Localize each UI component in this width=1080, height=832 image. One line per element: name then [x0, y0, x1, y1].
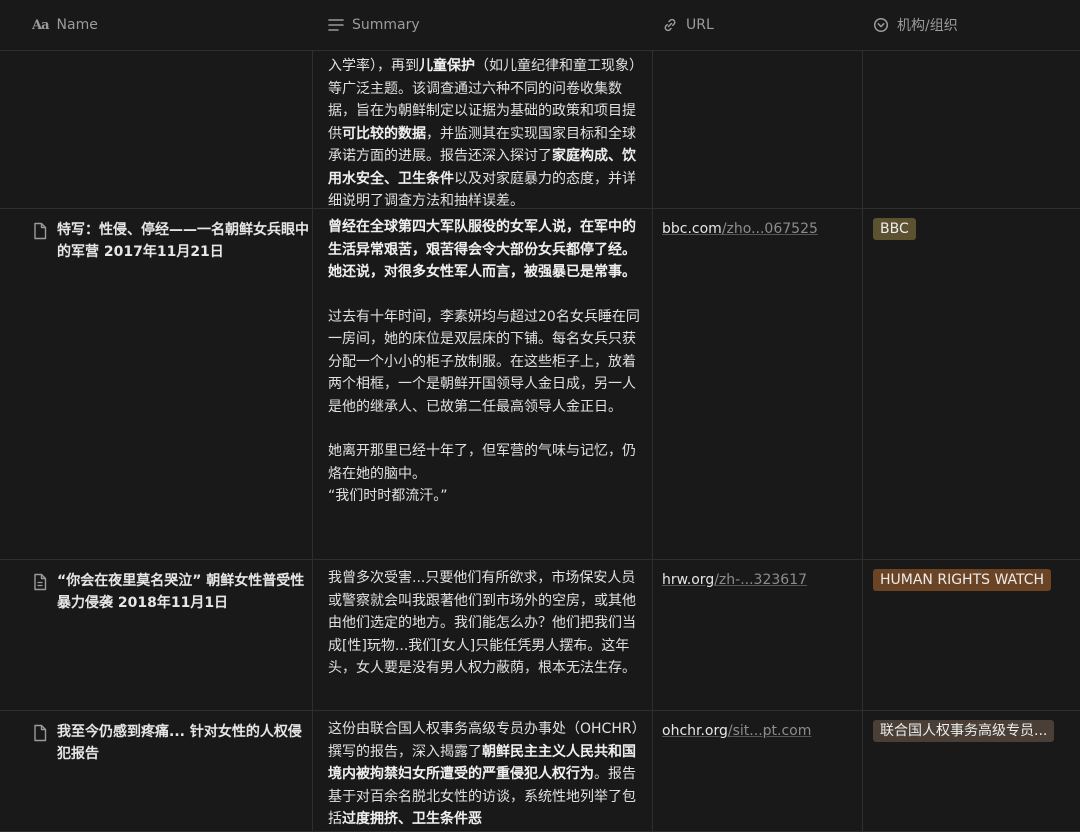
column-divider [312, 209, 313, 559]
column-header-label: 机构/组织 [897, 18, 958, 34]
table-header: Aa Name Summary URL 机构/组织 [0, 0, 1080, 51]
summary-paragraph: 这份由联合国人权事务高级专员办事处（OHCHR）撰写的报告，深入揭露了朝鲜民主主… [328, 718, 646, 831]
page-title[interactable]: “你会在夜里莫名哭泣” 朝鲜女性普受性暴力侵袭 2018年11月1日 [57, 570, 312, 614]
url-path[interactable]: /zho...067525 [722, 221, 818, 237]
url-link[interactable]: hrw.org/zh-...323617 [662, 560, 862, 591]
column-divider [862, 560, 863, 710]
url-host[interactable]: hrw.org [662, 572, 714, 588]
url-host[interactable]: bbc.com [662, 221, 722, 237]
url-link[interactable]: bbc.com/zho...067525 [662, 209, 862, 240]
url-link[interactable]: ohchr.org/sit...pt.com [662, 711, 862, 742]
table-body: 入学率），再到儿童保护（如儿童纪律和童工现象）等广泛主题。该调查通过六种不同的问… [0, 51, 1080, 832]
summary-cell[interactable]: 我曾多次受害...只要他们有所欲求，市场保安人员或警察就会叫我跟著他们到市场外的… [328, 560, 646, 680]
url-host[interactable]: ohchr.org [662, 723, 728, 739]
text-property-icon: Aa [32, 17, 49, 33]
org-tag[interactable]: BBC [873, 218, 916, 240]
summary-paragraph: 她离开那里已经十年了，但军营的气味与记忆，仍烙在她的脑中。 “我们时时都流汗。” [328, 440, 646, 508]
name-cell[interactable]: 我至今仍感到疼痛... 针对女性的人权侵犯报告 [32, 711, 312, 765]
org-cell[interactable]: HUMAN RIGHTS WATCH [873, 560, 1078, 595]
column-header-label: Name [56, 17, 98, 33]
summary-bold-text: 过度拥挤、卫生条件恶 [342, 811, 482, 827]
summary-text: 过去有十年时间，李素妍均与超过20名女兵睡在同一房间，她的床位是双层床的下铺。每… [328, 308, 640, 415]
summary-paragraph: 入学率），再到儿童保护（如儿童纪律和童工现象）等广泛主题。该调查通过六种不同的问… [328, 55, 646, 213]
summary-bold-text: 曾经在全球第四大军队服役的女军人说，在军中的生活异常艰苦，艰苦得会令大部份女兵都… [328, 219, 636, 280]
column-divider [312, 51, 313, 208]
summary-text: 我曾多次受害...只要他们有所欲求，市场保安人员或警察就会叫我跟著他们到市场外的… [328, 570, 636, 676]
column-header-summary[interactable]: Summary [328, 0, 420, 50]
url-path[interactable]: /zh-...323617 [714, 572, 807, 588]
summary-text: 入学率），再到 [328, 58, 419, 74]
page-title[interactable]: 我至今仍感到疼痛... 针对女性的人权侵犯报告 [57, 721, 312, 765]
summary-paragraph: 曾经在全球第四大军队服役的女军人说，在军中的生活异常艰苦，艰苦得会令大部份女兵都… [328, 216, 646, 284]
column-divider [312, 560, 313, 710]
table-row[interactable]: 特写：性侵、停经——一名朝鲜女兵眼中的军营 2017年11月21日 曾经在全球第四… [0, 209, 1080, 560]
org-cell[interactable]: BBC [873, 209, 1078, 244]
column-header-url[interactable]: URL [662, 0, 714, 50]
summary-bold-text: 儿童保护 [419, 58, 475, 74]
summary-cell[interactable]: 曾经在全球第四大军队服役的女军人说，在军中的生活异常艰苦，艰苦得会令大部份女兵都… [328, 209, 646, 508]
column-header-label: URL [686, 17, 714, 33]
org-tag[interactable]: HUMAN RIGHTS WATCH [873, 569, 1052, 591]
column-divider [652, 560, 653, 710]
column-divider [862, 51, 863, 208]
table-row[interactable]: 我至今仍感到疼痛... 针对女性的人权侵犯报告 这份由联合国人权事务高级专员办事处… [0, 711, 1080, 832]
column-header-name[interactable]: Aa Name [32, 0, 98, 50]
table-row[interactable]: 入学率），再到儿童保护（如儿童纪律和童工现象）等广泛主题。该调查通过六种不同的问… [0, 51, 1080, 209]
summary-paragraph: 我曾多次受害...只要他们有所欲求，市场保安人员或警察就会叫我跟著他们到市场外的… [328, 567, 646, 680]
name-cell[interactable]: “你会在夜里莫名哭泣” 朝鲜女性普受性暴力侵袭 2018年11月1日 [32, 560, 312, 614]
column-header-label: Summary [352, 17, 420, 33]
select-property-icon [873, 17, 889, 33]
table-row[interactable]: “你会在夜里莫名哭泣” 朝鲜女性普受性暴力侵袭 2018年11月1日 我曾多次受害… [0, 560, 1080, 711]
column-header-org[interactable]: 机构/组织 [873, 0, 958, 50]
summary-bold-text: 可比较的数据 [342, 125, 426, 142]
column-divider [652, 51, 653, 208]
column-divider [312, 711, 313, 831]
column-divider [652, 209, 653, 559]
lines-icon [328, 18, 344, 32]
column-divider [862, 209, 863, 559]
org-tag[interactable]: 联合国人权事务高级专员... [873, 720, 1055, 742]
summary-cell[interactable]: 这份由联合国人权事务高级专员办事处（OHCHR）撰写的报告，深入揭露了朝鲜民主主… [328, 711, 646, 831]
link-icon [662, 17, 678, 33]
org-cell[interactable]: 联合国人权事务高级专员... [873, 711, 1078, 746]
summary-paragraph: 过去有十年时间，李素妍均与超过20名女兵睡在同一房间，她的床位是双层床的下铺。每… [328, 306, 646, 419]
page-icon [32, 222, 48, 263]
url-path[interactable]: /sit...pt.com [728, 723, 811, 739]
database-table: Aa Name Summary URL 机构/组织 入学率），再到儿童保护（如儿… [0, 0, 1080, 832]
page-title[interactable]: 特写：性侵、停经——一名朝鲜女兵眼中的军营 2017年11月21日 [57, 219, 312, 263]
column-divider [862, 711, 863, 831]
column-divider [652, 711, 653, 831]
page-icon [32, 724, 48, 765]
page-icon [32, 573, 48, 614]
summary-cell[interactable]: 入学率），再到儿童保护（如儿童纪律和童工现象）等广泛主题。该调查通过六种不同的问… [328, 48, 646, 213]
name-cell[interactable]: 特写：性侵、停经——一名朝鲜女兵眼中的军营 2017年11月21日 [32, 209, 312, 263]
summary-text: 她离开那里已经十年了，但军营的气味与记忆，仍烙在她的脑中。 “我们时时都流汗。” [328, 443, 636, 504]
